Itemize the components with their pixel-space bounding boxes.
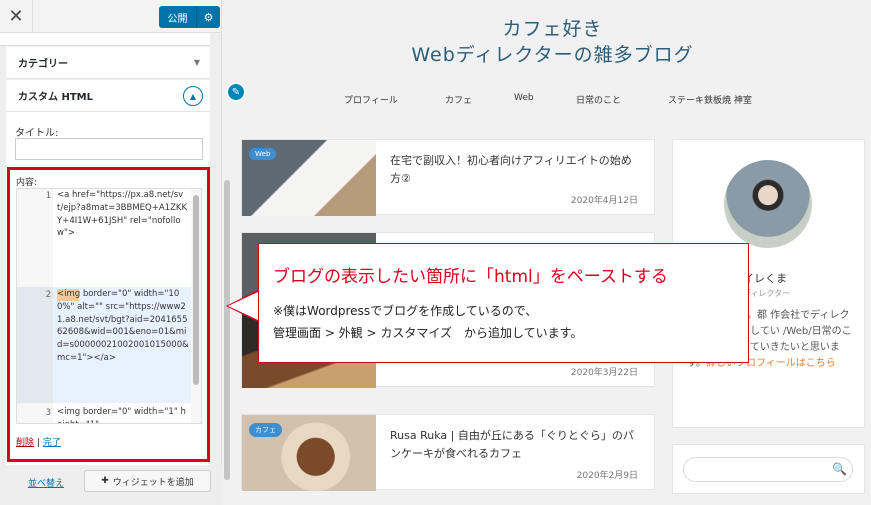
line-number: 1	[45, 191, 51, 201]
code-line[interactable]: <a href="https://px.a8.net/svt/ejp?a8mat…	[57, 189, 189, 240]
delete-link[interactable]: 削除	[16, 438, 34, 448]
code-editor[interactable]: 1 <a href="https://px.a8.net/svt/ejp?a8m…	[16, 188, 202, 424]
callout-sub-text-1: ※僕はWordpressでブログを作成しているので、	[273, 304, 538, 318]
callout-main-text: ブログの表示したい箇所に「html」をペーストする	[273, 267, 668, 287]
gear-icon[interactable]: ⚙	[197, 6, 220, 28]
post-title[interactable]: 在宅で副収入！初心者向けアフィリエイトの始め方②	[390, 152, 640, 188]
avatar	[724, 160, 812, 248]
nav-item-web[interactable]: Web	[514, 93, 534, 103]
post-title[interactable]: Rusa Ruka | 自由が丘にある「ぐりとぐら」のパンケーキが食べれるカフェ	[390, 427, 640, 463]
editor-scrollbar[interactable]	[193, 195, 199, 385]
code-line[interactable]: <img border="0" width="1" height="1"	[57, 406, 189, 423]
widget-custom-html-title: カスタム HTML	[18, 92, 93, 103]
pencil-icon[interactable]: ✎	[226, 82, 246, 102]
panel-scrollbar[interactable]	[224, 180, 230, 480]
close-customizer-button[interactable]: ✕	[0, 0, 33, 33]
active-line-gutter	[17, 287, 53, 403]
site-title-line1[interactable]: カフェ好き	[234, 14, 871, 41]
title-label: タイトル:	[15, 128, 59, 139]
widget-custom-html[interactable]: カスタム HTML ▲	[6, 80, 210, 112]
panel-header: ✕ 公開 ⚙	[0, 0, 221, 33]
add-widget-button[interactable]: ✚ ウィジェットを追加	[84, 470, 211, 492]
widget-category-title: カテゴリー	[18, 59, 68, 70]
chevron-up-icon[interactable]: ▲	[183, 86, 203, 106]
chevron-down-icon[interactable]: ▼	[194, 58, 200, 67]
post-date: 2020年2月9日	[576, 471, 638, 481]
callout-pointer-inner	[228, 292, 258, 320]
separator: |	[36, 438, 40, 448]
post-card[interactable]: カフェ Rusa Ruka | 自由が丘にある「ぐりとぐら」のパンケーキが食べれ…	[241, 414, 655, 491]
search-widget: 🔍	[672, 444, 865, 494]
site-title-line2[interactable]: Webディレクターの雑多ブログ	[234, 40, 871, 67]
profile-role: ディレクター	[743, 289, 791, 298]
content-label: 内容:	[16, 178, 38, 188]
customizer-panel: ✕ 公開 ⚙ カテゴリー ▼ カスタム HTML ▲ タイトル: 内容: 1 <…	[0, 0, 222, 505]
done-link[interactable]: 完了	[43, 438, 61, 448]
line-number: 3	[45, 408, 51, 418]
add-widget-label: ウィジェットを追加	[112, 477, 194, 488]
callout-sub-text-2: 管理画面 > 外観 > カスタマイズ から追加しています。	[273, 326, 583, 340]
search-icon[interactable]: 🔍	[832, 462, 847, 476]
search-input[interactable]	[683, 457, 853, 482]
post-card[interactable]: Web 在宅で副収入！初心者向けアフィリエイトの始め方② 2020年4月12日	[241, 139, 655, 216]
post-date: 2020年4月12日	[570, 196, 638, 206]
nav-item-profile[interactable]: プロフィール	[344, 93, 398, 106]
content-highlight-box: 内容: 1 <a href="https://px.a8.net/svt/ejp…	[7, 167, 210, 462]
category-badge[interactable]: カフェ	[249, 423, 282, 437]
plus-icon: ✚	[101, 476, 109, 486]
profile-name: イレくま	[743, 272, 787, 285]
nav-item-cafe[interactable]: カフェ	[445, 93, 472, 106]
title-input[interactable]	[15, 138, 203, 160]
nav-item-steak[interactable]: ステーキ鉄板焼 神室	[668, 93, 752, 106]
widget-category[interactable]: カテゴリー ▼	[6, 47, 210, 79]
section-stub	[0, 33, 210, 46]
reorder-link[interactable]: 並べ替え	[28, 476, 64, 489]
line-number: 2	[45, 290, 51, 300]
publish-button[interactable]: 公開	[159, 6, 197, 28]
instruction-callout: ブログの表示したい箇所に「html」をペーストする ※僕はWordpressでブ…	[258, 243, 749, 363]
code-line[interactable]: <img border="0" width="100%" alt="" src=…	[57, 288, 189, 365]
nav-item-daily[interactable]: 日常のこと	[576, 93, 621, 106]
post-date: 2020年3月22日	[570, 368, 638, 378]
widget-actions: 削除 | 完了	[16, 435, 61, 448]
category-badge[interactable]: Web	[249, 148, 277, 160]
